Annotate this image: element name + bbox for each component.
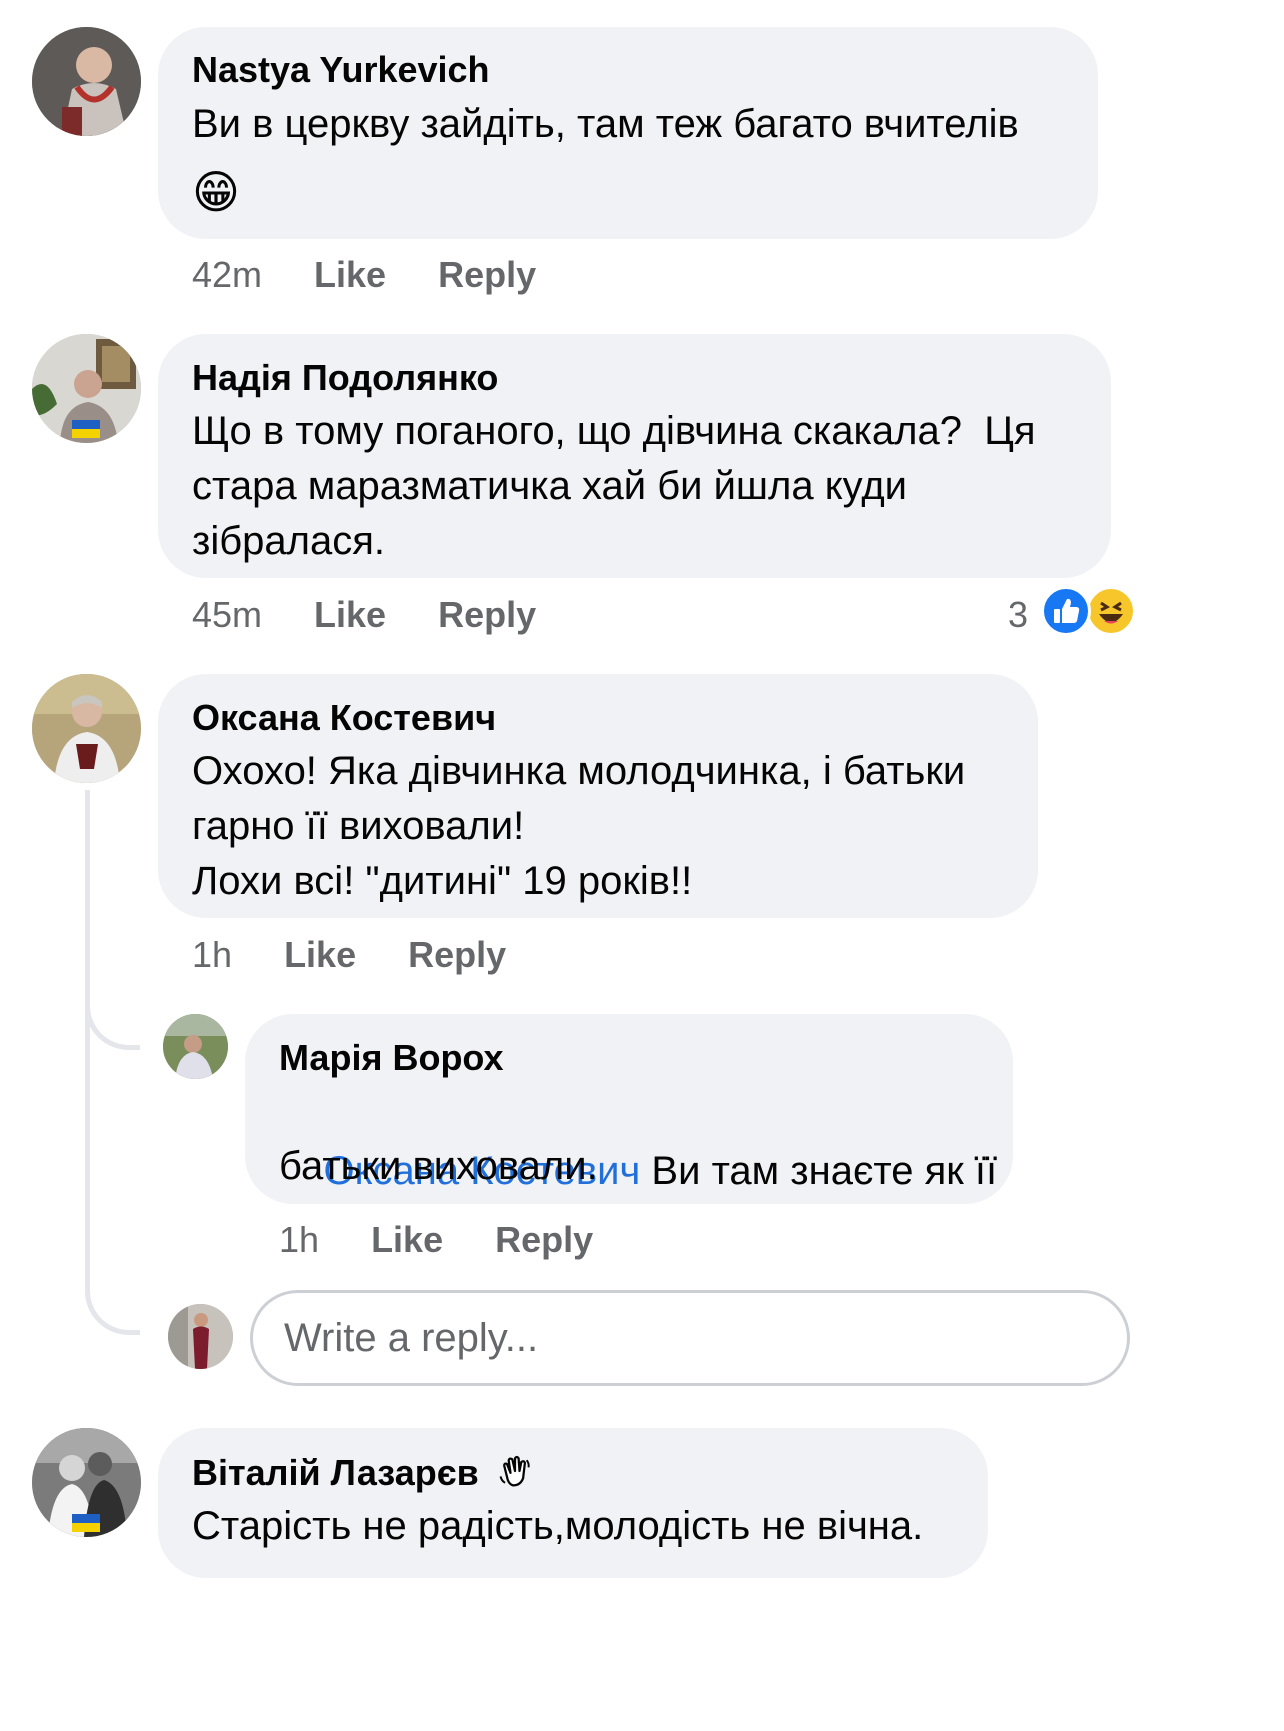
comment-text-line: зібралася. <box>192 519 385 563</box>
comment-author[interactable]: Оксана Костевич <box>192 697 496 739</box>
like-button[interactable]: Like <box>371 1219 443 1260</box>
thread-connector-curve-1 <box>85 1000 140 1050</box>
reply-time[interactable]: 1h <box>279 1219 319 1260</box>
comment-text: Старість не радість,молодість не вічна. <box>192 1504 924 1548</box>
grinning-emoji-icon: 😁 <box>192 166 240 218</box>
avatar[interactable] <box>32 27 141 136</box>
comment-text-line: Охохо! Яка дівчинка молодчинка, і батьки <box>192 749 966 793</box>
avatar[interactable] <box>32 674 141 783</box>
avatar[interactable] <box>32 334 141 443</box>
comment-meta: 1h Like Reply <box>192 934 506 976</box>
reply-button[interactable]: Reply <box>495 1219 593 1260</box>
thread-connector-line-2 <box>85 1050 90 1290</box>
reply-author[interactable]: Марія Ворох <box>279 1037 504 1079</box>
comment-time[interactable]: 1h <box>192 934 232 975</box>
like-button[interactable]: Like <box>314 594 386 635</box>
comment-text-line: Лохи всі! "дитині" 19 років!! <box>192 859 693 903</box>
comment-meta: 42m Like Reply <box>192 254 536 296</box>
reply-button[interactable]: Reply <box>408 934 506 975</box>
reply-input-placeholder: Write a reply... <box>284 1316 539 1360</box>
comment-text: Ви в церкву зайдіть, там теж багато вчит… <box>192 102 1019 146</box>
avatar[interactable] <box>32 1428 141 1537</box>
comment-author[interactable]: Nastya Yurkevich <box>192 49 490 91</box>
comment-author[interactable]: Надія Подолянко <box>192 357 498 399</box>
waving-hand-icon[interactable] <box>480 1448 550 1494</box>
comments-page: Nastya Yurkevich Ви в церкву зайдіть, та… <box>0 0 1284 1731</box>
like-reaction-icon[interactable] <box>1041 586 1091 636</box>
reply-text: Ви там знаєте як її <box>640 1149 998 1193</box>
comment-text-line: Що в тому поганого, що дівчина скакала? … <box>192 409 1036 453</box>
avatar[interactable] <box>163 1014 228 1079</box>
reply-meta: 1h Like Reply <box>279 1219 593 1261</box>
thread-connector-curve-2 <box>85 1290 140 1335</box>
reply-text-line: батьки виховали. <box>279 1144 598 1188</box>
comment-time[interactable]: 42m <box>192 254 262 295</box>
current-user-avatar <box>168 1304 233 1369</box>
comment-text-line: гарно її виховали! <box>192 804 525 848</box>
comment-author[interactable]: Віталій Лазарєв <box>192 1452 479 1494</box>
comment-text-line: стара маразматичка хай би йшла куди <box>192 464 908 508</box>
like-button[interactable]: Like <box>314 254 386 295</box>
haha-reaction-icon[interactable] <box>1086 586 1136 636</box>
comment-time[interactable]: 45m <box>192 594 262 635</box>
reply-button[interactable]: Reply <box>438 594 536 635</box>
like-button[interactable]: Like <box>284 934 356 975</box>
reply-button[interactable]: Reply <box>438 254 536 295</box>
reaction-count[interactable]: 3 <box>1008 594 1028 636</box>
comment-meta: 45m Like Reply <box>192 594 536 636</box>
